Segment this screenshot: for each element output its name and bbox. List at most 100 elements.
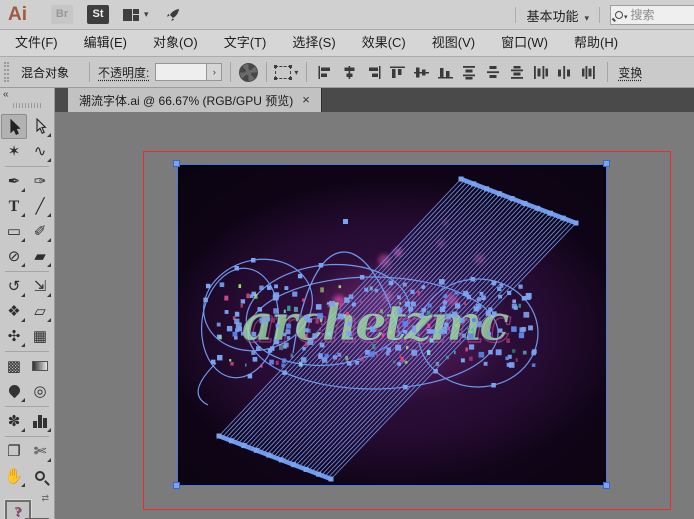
magic-wand-tool[interactable]: ✶ xyxy=(1,139,27,164)
slice-tool[interactable]: ✄ xyxy=(27,439,53,464)
distribute-vertical-bottom-icon[interactable] xyxy=(507,63,527,81)
menu-item[interactable]: 文字(T) xyxy=(211,30,280,56)
search-input[interactable] xyxy=(631,8,677,22)
divider xyxy=(599,7,600,23)
shape-builder-tool[interactable]: ✣ xyxy=(1,324,27,349)
align-tools xyxy=(315,63,599,81)
free-transform-tool[interactable]: ▱ xyxy=(27,299,53,324)
document-tab[interactable]: 潮流字体.ai @ 66.67% (RGB/GPU 预览) × xyxy=(68,88,322,112)
selection-tool[interactable] xyxy=(1,114,27,139)
distribute-vertical-center-icon[interactable] xyxy=(483,63,503,81)
type-tool[interactable]: T xyxy=(1,194,27,219)
menu-bar: 文件(F)编辑(E)对象(O)文字(T)选择(S)效果(C)视图(V)窗口(W)… xyxy=(0,30,694,57)
panel-grip[interactable] xyxy=(4,62,9,82)
distribute-vertical-top-icon[interactable] xyxy=(459,63,479,81)
fill-color-swatch[interactable]: ? xyxy=(5,500,31,519)
menu-item[interactable]: 帮助(H) xyxy=(561,30,631,56)
blend-tool[interactable]: ◎ xyxy=(27,379,53,404)
arrange-documents-icon[interactable] xyxy=(123,9,140,21)
divider xyxy=(266,62,267,82)
gradient-tool[interactable] xyxy=(27,354,53,379)
curvature-tool[interactable]: ✑ xyxy=(27,169,53,194)
menu-item[interactable]: 对象(O) xyxy=(140,30,211,56)
swap-fill-stroke-icon[interactable]: ⇄ xyxy=(41,493,49,504)
svg-text:archetzmc: archetzmc xyxy=(241,293,509,352)
selection-handle[interactable] xyxy=(173,160,180,167)
search-box[interactable]: ▾ xyxy=(610,5,694,25)
rectangle-tool[interactable]: ▭ xyxy=(1,219,27,244)
align-horizontal-left-icon[interactable] xyxy=(315,63,335,81)
scale-tool[interactable]: ⇲ xyxy=(27,274,53,299)
divider xyxy=(515,7,516,23)
opacity-label[interactable]: 不透明度: xyxy=(98,64,149,81)
selected-artwork[interactable]: archetzmcarchetzmc xyxy=(177,164,607,486)
transform-link[interactable]: 变换 xyxy=(618,64,642,81)
menu-item[interactable]: 效果(C) xyxy=(349,30,419,56)
panel-grip-dots[interactable] xyxy=(13,103,41,108)
lasso-tool[interactable]: ∿ xyxy=(27,139,53,164)
illustrator-logo-icon: Ai xyxy=(8,4,27,26)
recolor-artwork-icon[interactable] xyxy=(239,63,258,82)
selection-handle[interactable] xyxy=(173,482,180,489)
hand-tool[interactable]: ✋ xyxy=(1,464,27,489)
control-bar: 混合对象 不透明度: › ▾ 变换 xyxy=(0,57,694,88)
symbol-sprayer-tool[interactable]: ✽ xyxy=(1,409,27,434)
tools-panel-header: « xyxy=(0,88,54,112)
artwork-vector-layer[interactable]: archetzmcarchetzmc xyxy=(178,165,608,487)
app-bar: Ai Br St ▾ 基本功能▾ ▾ xyxy=(0,0,694,30)
align-vertical-center-icon[interactable] xyxy=(411,63,431,81)
distribute-horizontal-left-icon[interactable] xyxy=(531,63,551,81)
menu-item[interactable]: 视图(V) xyxy=(419,30,488,56)
bounding-box-icon[interactable] xyxy=(275,66,291,79)
chevron-down-icon: ▾ xyxy=(624,13,628,21)
opacity-input[interactable] xyxy=(155,63,207,81)
stock-icon[interactable]: St xyxy=(87,5,109,24)
menu-item[interactable]: 选择(S) xyxy=(279,30,348,56)
document-canvas[interactable]: archetzmcarchetzmc xyxy=(55,112,694,519)
width-tool[interactable]: ❖ xyxy=(1,299,27,324)
fill-stroke-controls: ⇄ ? ? xyxy=(0,493,54,519)
divider xyxy=(306,62,307,82)
opacity-dropdown-button[interactable]: › xyxy=(207,63,222,81)
tools-panel: « ✶∿✒✑T╱▭✐⊘▰↺⇲❖▱✣▦▩◎✽ ❐✄✋ ⇄ ? ? xyxy=(0,88,55,519)
menu-item[interactable]: 窗口(W) xyxy=(488,30,561,56)
rotate-tool[interactable]: ↺ xyxy=(1,274,27,299)
chevron-down-icon: ▾ xyxy=(294,68,298,77)
close-tab-icon[interactable]: × xyxy=(302,94,310,106)
line-segment-tool[interactable]: ╱ xyxy=(27,194,53,219)
document-tab-title: 潮流字体.ai @ 66.67% (RGB/GPU 预览) xyxy=(79,92,293,109)
eraser-tool[interactable]: ▰ xyxy=(27,244,53,269)
eyedropper-tool[interactable] xyxy=(1,379,27,404)
perspective-grid-tool[interactable]: ▦ xyxy=(27,324,53,349)
distribute-horizontal-right-icon[interactable] xyxy=(579,63,599,81)
divider xyxy=(607,62,608,82)
bridge-icon[interactable]: Br xyxy=(51,5,73,24)
rocket-icon[interactable] xyxy=(165,7,181,23)
selection-handle[interactable] xyxy=(603,482,610,489)
collapse-panel-icon[interactable]: « xyxy=(3,89,9,100)
divider xyxy=(89,62,90,82)
document-tab-bar: 潮流字体.ai @ 66.67% (RGB/GPU 预览) × xyxy=(55,88,694,112)
search-icon xyxy=(615,11,623,19)
selection-handle[interactable] xyxy=(603,160,610,167)
selection-context-label: 混合对象 xyxy=(21,64,69,81)
align-vertical-top-icon[interactable] xyxy=(387,63,407,81)
chevron-down-icon: ▾ xyxy=(144,9,149,20)
align-horizontal-center-icon[interactable] xyxy=(339,63,359,81)
align-horizontal-right-icon[interactable] xyxy=(363,63,383,81)
workspace-switcher[interactable]: 基本功能▾ xyxy=(526,6,589,25)
pen-tool[interactable]: ✒ xyxy=(1,169,27,194)
distribute-horizontal-center-icon[interactable] xyxy=(555,63,575,81)
shaper-tool[interactable]: ⊘ xyxy=(1,244,27,269)
column-graph-tool[interactable] xyxy=(27,409,53,434)
paintbrush-tool[interactable]: ✐ xyxy=(27,219,53,244)
artboard-tool[interactable]: ❐ xyxy=(1,439,27,464)
zoom-tool[interactable] xyxy=(27,464,53,489)
menu-item[interactable]: 编辑(E) xyxy=(71,30,140,56)
mesh-tool[interactable]: ▩ xyxy=(1,354,27,379)
align-vertical-bottom-icon[interactable] xyxy=(435,63,455,81)
divider xyxy=(230,62,231,82)
chevron-down-icon: ▾ xyxy=(584,13,589,23)
direct-selection-tool[interactable] xyxy=(27,114,53,139)
menu-item[interactable]: 文件(F) xyxy=(2,30,71,56)
